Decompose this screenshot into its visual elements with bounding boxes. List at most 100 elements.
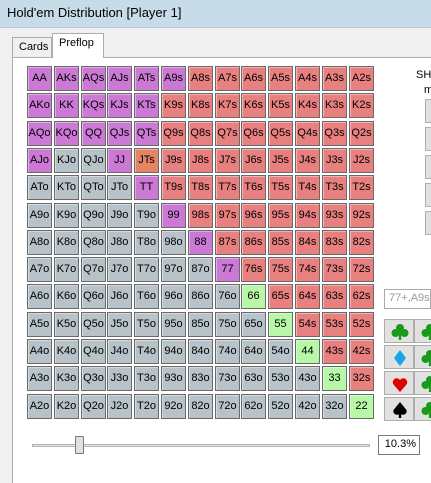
hand-cell[interactable]: Q9s (161, 121, 186, 146)
hand-cell[interactable]: AKo (27, 93, 52, 118)
hand-cell[interactable]: J9o (107, 203, 132, 228)
hand-cell[interactable]: K5s (268, 93, 293, 118)
hand-cell[interactable]: 76s (241, 257, 266, 282)
hand-cell[interactable]: A9o (27, 203, 52, 228)
hand-cell[interactable]: J2o (107, 394, 132, 419)
hand-cell[interactable]: 74o (215, 339, 240, 364)
hand-cell[interactable]: Q7o (81, 257, 106, 282)
hand-cell[interactable]: QJs (107, 121, 132, 146)
hand-cell[interactable]: 76o (215, 284, 240, 309)
hand-cell[interactable]: A7s (215, 66, 240, 91)
hand-cell[interactable]: 88 (188, 230, 213, 255)
hand-cell[interactable]: T3s (322, 175, 347, 200)
hand-cell[interactable]: 86s (241, 230, 266, 255)
hand-cell[interactable]: 84s (295, 230, 320, 255)
hand-cell[interactable]: T4o (134, 339, 159, 364)
hand-cell[interactable]: J4s (295, 148, 320, 173)
hand-cell[interactable]: QTo (81, 175, 106, 200)
hand-cell[interactable]: 83o (188, 366, 213, 391)
hand-cell[interactable]: 85s (268, 230, 293, 255)
hand-cell[interactable]: K6s (241, 93, 266, 118)
hand-cell[interactable]: 73s (322, 257, 347, 282)
percent-field[interactable]: 10.3% (378, 435, 420, 455)
side-button-1[interactable] (425, 99, 431, 123)
hand-cell[interactable]: J3o (107, 366, 132, 391)
hand-cell[interactable]: Q3s (322, 121, 347, 146)
hand-cell[interactable]: T8o (134, 230, 159, 255)
club-suit-button-3[interactable] (414, 345, 431, 369)
hand-cell[interactable]: 22 (349, 394, 374, 419)
hand-cell[interactable]: T5s (268, 175, 293, 200)
hand-cell[interactable]: A2s (349, 66, 374, 91)
hand-cell[interactable]: 65o (241, 312, 266, 337)
hand-cell[interactable]: 32o (322, 394, 347, 419)
hand-cell[interactable]: KK (54, 93, 79, 118)
hand-cell[interactable]: 93o (161, 366, 186, 391)
hand-cell[interactable]: 99 (161, 203, 186, 228)
hand-cell[interactable]: J7s (215, 148, 240, 173)
hand-cell[interactable]: TT (134, 175, 159, 200)
hand-cell[interactable]: KQs (81, 93, 106, 118)
hand-cell[interactable]: Q4s (295, 121, 320, 146)
hand-cell[interactable]: A3o (27, 366, 52, 391)
hand-cell[interactable]: AQo (27, 121, 52, 146)
heart-suit-button[interactable] (384, 371, 414, 395)
hand-cell[interactable]: 95s (268, 203, 293, 228)
hand-cell[interactable]: 83s (322, 230, 347, 255)
hand-cell[interactable]: ATs (134, 66, 159, 91)
hand-cell[interactable]: T7o (134, 257, 159, 282)
hand-cell[interactable]: J3s (322, 148, 347, 173)
hand-cell[interactable]: AQs (81, 66, 106, 91)
hand-cell[interactable]: A5s (268, 66, 293, 91)
diamond-suit-button[interactable] (384, 345, 414, 369)
hand-cell[interactable]: JJ (107, 148, 132, 173)
hand-cell[interactable]: 92o (161, 394, 186, 419)
club-suit-button[interactable] (384, 319, 414, 343)
hand-cell[interactable]: K8s (188, 93, 213, 118)
hand-cell[interactable]: Q4o (81, 339, 106, 364)
hand-cell[interactable]: 65s (268, 284, 293, 309)
hand-cell[interactable]: Q2o (81, 394, 106, 419)
hand-cell[interactable]: KJo (54, 148, 79, 173)
hand-cell[interactable]: Q6o (81, 284, 106, 309)
hand-cell[interactable]: 64s (295, 284, 320, 309)
hand-cell[interactable]: 85o (188, 312, 213, 337)
hand-cell[interactable]: K3s (322, 93, 347, 118)
hand-cell[interactable]: 42s (349, 339, 374, 364)
hand-cell[interactable]: K3o (54, 366, 79, 391)
hand-cell[interactable]: 87s (215, 230, 240, 255)
hand-cell[interactable]: JTo (107, 175, 132, 200)
hand-cell[interactable]: 62o (241, 394, 266, 419)
hand-cell[interactable]: Q2s (349, 121, 374, 146)
hand-cell[interactable]: A7o (27, 257, 52, 282)
tab-preflop[interactable]: Preflop (52, 33, 104, 58)
hand-cell[interactable]: 63o (241, 366, 266, 391)
hand-cell[interactable]: 97o (161, 257, 186, 282)
hand-cell[interactable]: J4o (107, 339, 132, 364)
hand-cell[interactable]: Q3o (81, 366, 106, 391)
hand-cell[interactable]: KJs (107, 93, 132, 118)
side-button-5[interactable] (425, 211, 431, 235)
hand-cell[interactable]: K9o (54, 203, 79, 228)
hand-cell[interactable]: K5o (54, 312, 79, 337)
club-suit-button-2[interactable] (414, 319, 431, 343)
hand-cell[interactable]: 93s (322, 203, 347, 228)
hand-cell[interactable]: 62s (349, 284, 374, 309)
hand-cell[interactable]: A8o (27, 230, 52, 255)
slider-thumb[interactable] (75, 436, 84, 454)
range-slider[interactable] (27, 434, 372, 456)
hand-cell[interactable]: KQo (54, 121, 79, 146)
hand-cell[interactable]: 74s (295, 257, 320, 282)
hand-cell[interactable]: QTs (134, 121, 159, 146)
hand-cell[interactable]: K2s (349, 93, 374, 118)
hand-cell[interactable]: QJo (81, 148, 106, 173)
side-button-4[interactable] (425, 183, 431, 207)
hand-cell[interactable]: A5o (27, 312, 52, 337)
hand-cell[interactable]: 66 (241, 284, 266, 309)
hand-cell[interactable]: 32s (349, 366, 374, 391)
hand-cell[interactable]: KTo (54, 175, 79, 200)
hand-cell[interactable]: 43o (295, 366, 320, 391)
hand-cell[interactable]: T2s (349, 175, 374, 200)
hand-cell[interactable]: J6o (107, 284, 132, 309)
hand-cell[interactable]: T6o (134, 284, 159, 309)
